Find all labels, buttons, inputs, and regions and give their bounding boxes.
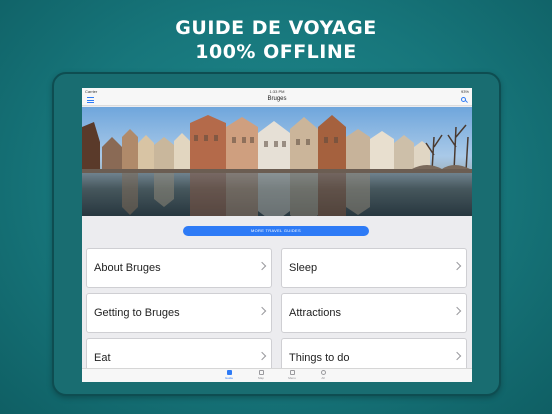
- menu-card-about[interactable]: About Bruges: [86, 248, 272, 288]
- menu-card-label: Attractions: [289, 307, 341, 319]
- chevron-right-icon: [257, 306, 267, 316]
- chevron-right-icon: [257, 351, 267, 361]
- promo-headline-line1: GUIDE DE VOYAGE: [175, 17, 377, 39]
- menu-card-label: Getting to Bruges: [94, 307, 180, 319]
- bruges-canal-photo: [82, 115, 472, 216]
- tab-label: Map: [258, 376, 264, 380]
- tab-all[interactable]: All: [311, 370, 335, 380]
- app-screen: Carrier 1:33 PM 93% Bruges MORE TRAVEL G…: [82, 88, 472, 382]
- search-icon[interactable]: [461, 97, 466, 102]
- book-icon: [226, 370, 232, 375]
- tab-label: Guide: [224, 376, 233, 380]
- promo-headline-line2: 100% OFFLINE: [195, 41, 357, 63]
- tab-label: All: [321, 376, 325, 380]
- menu-card-label: Sleep: [289, 262, 318, 274]
- menu-card-attractions[interactable]: Attractions: [281, 293, 467, 333]
- menu-card-getting-there[interactable]: Getting to Bruges: [86, 293, 272, 333]
- chevron-right-icon: [452, 351, 462, 361]
- page-title: Bruges: [267, 96, 287, 102]
- map-icon: [258, 370, 264, 375]
- hero-image-carousel[interactable]: [82, 107, 472, 216]
- nav-bar: Bruges: [82, 94, 472, 106]
- tab-bar: Guide Map Menu All: [82, 368, 472, 382]
- more-travel-guides-button[interactable]: MORE TRAVEL GUIDES: [183, 226, 369, 236]
- menu-card-label: Things to do: [289, 352, 350, 364]
- tab-label: Menu: [288, 376, 296, 380]
- menu-card-sleep[interactable]: Sleep: [281, 248, 467, 288]
- carousel-page-indicator[interactable]: [82, 209, 472, 216]
- chevron-right-icon: [257, 261, 267, 271]
- chevron-right-icon: [452, 306, 462, 316]
- globe-icon: [320, 370, 326, 375]
- tab-menu[interactable]: Menu: [280, 370, 304, 380]
- chevron-right-icon: [452, 261, 462, 271]
- tab-guide[interactable]: Guide: [217, 370, 241, 380]
- menu-card-label: About Bruges: [94, 262, 161, 274]
- menu-card-label: Eat: [94, 352, 111, 364]
- tab-map[interactable]: Map: [249, 370, 273, 380]
- menu-icon: [289, 370, 295, 375]
